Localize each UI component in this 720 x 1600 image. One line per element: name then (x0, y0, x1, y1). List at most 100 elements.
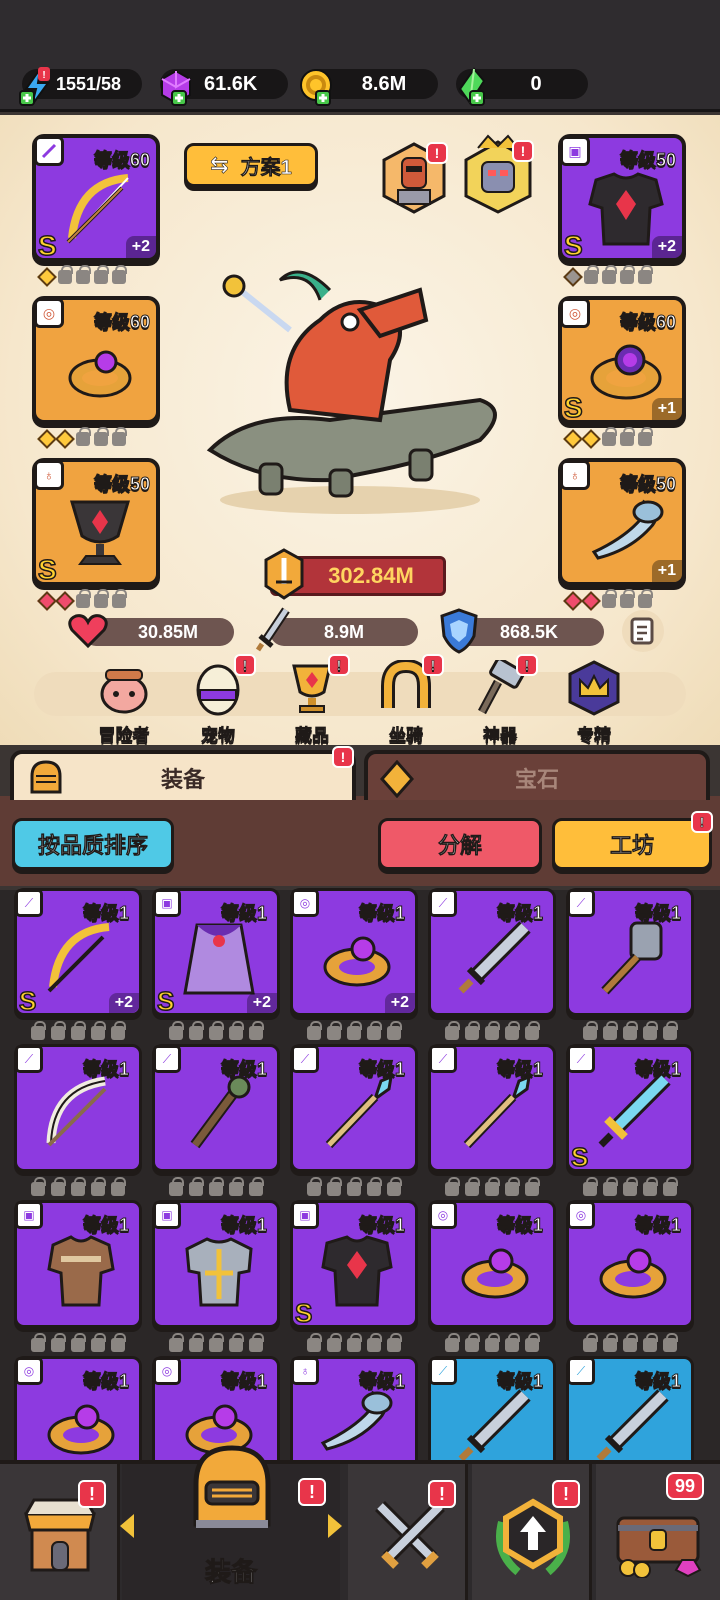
lock-icon (367, 1021, 382, 1040)
inventory-card[interactable]: ⟋ 等级1 (290, 1044, 418, 1172)
inventory-card[interactable]: ⟋ 等级1 (428, 888, 556, 1016)
knight-portrait[interactable]: ! (378, 140, 450, 216)
rarity-s: S (37, 229, 57, 262)
nav-artifact[interactable]: ! 神器 (460, 654, 540, 746)
staff-icon (190, 1075, 251, 1149)
tab-gems[interactable]: 宝石 (364, 750, 710, 802)
energy-resource[interactable]: ! 1551/58 (19, 64, 142, 106)
lock-icon (347, 1021, 362, 1040)
inventory-card[interactable]: ⟋ 等级1 (152, 1044, 280, 1172)
lock-icon (71, 1333, 86, 1352)
inventory-card[interactable]: ⟋ 等级1 (14, 1044, 142, 1172)
equip-slot-ring-2[interactable]: ◎ 等级60 S +1 (558, 296, 686, 424)
robot-badge: ! (512, 140, 534, 162)
lock-icon (111, 1177, 126, 1196)
stats-detail-button[interactable] (622, 610, 664, 652)
inventory-card[interactable]: ⟋ 等级1 (566, 888, 694, 1016)
lock-icon (189, 1021, 204, 1040)
nav-battle[interactable]: ! (348, 1464, 468, 1600)
card-gem-sockets (152, 1021, 280, 1040)
plate-armor-icon (185, 1237, 253, 1307)
ring-icon (461, 1248, 529, 1299)
arrow-right-icon[interactable] (328, 1514, 342, 1538)
lock-icon (620, 589, 635, 608)
ring-icon (47, 1404, 115, 1455)
nav-collection[interactable]: ! 藏品 (272, 654, 352, 746)
equip-slot-necklace-2[interactable]: ♁ 等级50 +1 (558, 458, 686, 586)
plus-level: +1 (651, 560, 682, 582)
inventory-card[interactable]: ▣ 等级1 (14, 1200, 142, 1328)
gold-resource[interactable]: 8.6M (300, 64, 438, 106)
weapon-type-icon: ⟋ (429, 889, 457, 917)
inventory-card[interactable]: ◎ 等级1 (566, 1200, 694, 1328)
battle-badge: ! (428, 1480, 456, 1508)
equip-slot-necklace[interactable]: ♁ 等级50 S (32, 458, 160, 586)
weapon-type-icon: ⟋ (15, 889, 43, 917)
nav-mount[interactable]: ! 坐骑 (366, 654, 446, 746)
dismantle-button[interactable]: 分解 (378, 818, 542, 870)
lock-icon (603, 1021, 618, 1040)
socket-gem (563, 591, 583, 611)
horn-icon (320, 1390, 393, 1451)
sword-icon (458, 921, 531, 994)
lock-icon (76, 427, 91, 446)
equip-slot-weapon[interactable]: 等级60 S +2 (32, 134, 160, 262)
robot-portrait[interactable]: ! (460, 132, 536, 216)
lock-icon (445, 1177, 460, 1196)
card-gem-sockets (290, 1177, 418, 1196)
weapon-gem-sockets (37, 265, 127, 287)
bow-icon (47, 923, 110, 993)
nav-pet[interactable]: ! 宠物 (178, 654, 258, 746)
inventory-card[interactable]: ⟋ 等级1 S (566, 1044, 694, 1173)
crystal-resource[interactable]: 0 (456, 64, 588, 106)
lock-icon (387, 1021, 402, 1040)
lock-icon (643, 1333, 658, 1352)
lock-icon (58, 265, 73, 284)
lock-icon (602, 589, 617, 608)
lock-icon (169, 1333, 184, 1352)
nav-shop[interactable]: ! (0, 1464, 120, 1600)
sword-icon (596, 1389, 669, 1462)
nav-mastery[interactable]: 专精 (554, 660, 634, 746)
nav-label: 专精 (577, 726, 612, 746)
nav-chest[interactable]: 99 (596, 1464, 720, 1600)
inventory-card[interactable]: ▣ 等级1 S (290, 1200, 418, 1329)
nav-upgrade[interactable]: ! (472, 1464, 592, 1600)
chest-count-badge: 99 (666, 1472, 704, 1500)
plus-level: +2 (108, 993, 139, 1013)
lock-icon (525, 1333, 540, 1352)
inventory-card[interactable]: ⟋ 等级1 S +2 (14, 888, 142, 1017)
crystal-sword-icon (598, 1073, 671, 1148)
inventory-card[interactable]: ▣ 等级1 S +2 (152, 888, 280, 1017)
adventurer-icon (100, 669, 148, 714)
rarity-s: S (156, 985, 175, 1017)
lock-icon (465, 1177, 480, 1196)
tab-equipment[interactable]: 装备 ! (10, 746, 356, 802)
arrow-left-icon[interactable] (120, 1514, 134, 1538)
lock-icon (327, 1177, 342, 1196)
sort-by-quality-button[interactable]: 按品质排序 (12, 818, 174, 870)
crystal-value: 0 (530, 72, 542, 95)
loadout-button[interactable]: ⇆ 方案1 (184, 143, 318, 187)
nav-label: 宠物 (201, 726, 236, 746)
workshop-button[interactable]: 工坊 ! (552, 811, 713, 870)
inventory-card[interactable]: ◎ 等级1 +2 (290, 888, 418, 1016)
chalice-icon (69, 500, 131, 565)
gold-value: 8.6M (361, 72, 407, 95)
inventory-card[interactable]: ⟋ 等级1 (428, 1044, 556, 1172)
equip-slot-armor[interactable]: ▣ 等级50 S +2 (558, 134, 686, 262)
plus-level: +2 (651, 236, 682, 258)
plus-level: +2 (384, 993, 415, 1013)
lock-icon (229, 1177, 244, 1196)
lock-icon (485, 1021, 500, 1040)
equip-slot-ring[interactable]: ◎ 等级60 (32, 296, 160, 424)
nav-equipment-selected[interactable]: 装备 ! (120, 1445, 342, 1600)
inventory-card[interactable]: ◎ 等级1 (428, 1200, 556, 1328)
lock-icon (623, 1177, 638, 1196)
card-gem-sockets (428, 1177, 556, 1196)
tab-label: 宝石 (514, 767, 559, 792)
armor-gem-sockets (563, 265, 653, 287)
gem-resource[interactable]: 61.6K (160, 64, 288, 106)
inventory-card[interactable]: ▣ 等级1 (152, 1200, 280, 1328)
nav-adventurer[interactable]: 冒险者 (84, 660, 164, 746)
